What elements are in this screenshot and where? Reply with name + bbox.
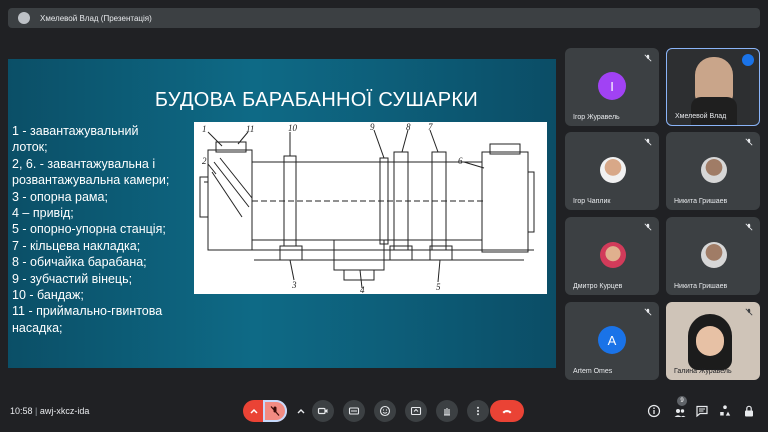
participant-name: Никита Гришаев	[674, 283, 728, 290]
drawing-label-9: 9	[370, 122, 375, 132]
camera-options-button[interactable]	[294, 400, 308, 422]
video-feed-face	[696, 326, 724, 356]
legend-line: 8 - обичайка барабана;	[12, 255, 147, 270]
legend-line: 3 - опорна рама;	[12, 189, 108, 204]
mic-off-icon	[644, 54, 652, 62]
drawing-label-4: 4	[360, 285, 365, 294]
participant-tile[interactable]: Дмитро Курцев	[565, 217, 659, 295]
dryer-technical-drawing: 1 11 10 2 9 8 7 6 3 4 5	[194, 122, 547, 295]
participant-name: Ігор Чаплик	[573, 198, 611, 205]
present-icon	[410, 406, 422, 416]
mic-off-icon	[745, 138, 753, 146]
presenter-bar: Хмелевой Влад (Презентація)	[8, 8, 760, 28]
participant-name: Галина Журавель	[674, 368, 732, 375]
participant-count-badge: 9	[677, 396, 687, 406]
emoji-icon	[379, 405, 391, 417]
participant-tile[interactable]: Никита Гришаев	[666, 132, 760, 210]
captions-icon	[348, 407, 360, 415]
participant-tile[interactable]: A Artem Omes	[565, 302, 659, 380]
drawing-label-11: 11	[246, 124, 254, 134]
participant-name: Artem Omes	[573, 368, 613, 375]
presenter-avatar	[18, 12, 30, 24]
meeting-info: 10:58 | awj-xkcz-ida	[10, 406, 90, 416]
legend-line: 7 - кільцева накладка;	[12, 238, 141, 253]
mic-off-icon	[644, 308, 652, 316]
mic-off-icon	[644, 223, 652, 231]
legend-line: 10 - бандаж;	[12, 288, 84, 303]
avatar: A	[598, 326, 626, 354]
info-icon[interactable]	[647, 404, 661, 418]
more-icon	[477, 406, 479, 416]
activities-icon[interactable]	[718, 404, 732, 418]
clock-time: 10:58	[10, 406, 33, 416]
drawing-label-5: 5	[436, 282, 441, 292]
legend-line: насадка;	[12, 320, 63, 335]
leave-call-button[interactable]	[490, 400, 524, 422]
mic-off-icon	[644, 138, 652, 146]
avatar	[600, 242, 626, 268]
raise-hand-button[interactable]	[436, 400, 458, 422]
chevron-up-icon	[250, 408, 258, 414]
legend-line: розвантажувальна камери;	[12, 173, 170, 188]
speaking-indicator-icon	[742, 54, 754, 66]
drawing-label-10: 10	[288, 123, 298, 133]
avatar	[701, 242, 727, 268]
dryer-drawing-svg: 1 11 10 2 9 8 7 6 3 4 5	[199, 122, 535, 295]
drawing-label-2: 2	[202, 156, 207, 166]
mic-off-icon	[745, 308, 753, 316]
participant-tile[interactable]: I Ігор Журавель	[565, 48, 659, 126]
camera-icon	[317, 407, 328, 415]
participant-tile[interactable]: Никита Гришаев	[666, 217, 760, 295]
drawing-label-1: 1	[202, 124, 207, 134]
participant-tile-active-speaker[interactable]: Хмелевой Влад	[666, 48, 760, 126]
avatar	[701, 157, 727, 183]
drawing-label-7: 7	[428, 122, 433, 132]
slide-legend: 1 - завантажувальний лоток; 2, 6. - зава…	[12, 123, 192, 336]
people-icon	[674, 409, 686, 417]
video-feed-body	[691, 97, 737, 125]
lock-icon[interactable]	[742, 404, 756, 418]
mic-off-icon	[745, 223, 753, 231]
participant-tile[interactable]: Галина Журавель	[666, 302, 760, 380]
chevron-up-icon	[297, 409, 305, 414]
legend-line: 2, 6. - завантажувальна і	[12, 156, 156, 171]
participant-name: Хмелевой Влад	[675, 113, 727, 120]
drawing-label-3: 3	[291, 280, 297, 290]
slide-title: БУДОВА БАРАБАННОЇ СУШАРКИ	[154, 89, 478, 111]
participant-name: Ігор Журавель	[573, 114, 620, 121]
mic-toggle-button[interactable]	[263, 400, 287, 422]
reactions-button[interactable]	[374, 400, 396, 422]
mic-off-icon	[270, 406, 280, 416]
legend-line: 11 - приймально-гвинтова	[12, 304, 163, 319]
camera-toggle-button[interactable]	[312, 400, 334, 422]
legend-line: 1 - завантажувальний	[12, 124, 139, 138]
meeting-code: awj-xkcz-ida	[39, 406, 90, 416]
legend-line: 5 - опорно-упорна станція;	[12, 222, 166, 237]
legend-line: лоток;	[12, 140, 48, 155]
drawing-label-8: 8	[406, 122, 411, 132]
legend-line: 4 – привід;	[12, 206, 74, 221]
participant-tile[interactable]: Ігор Чаплик	[565, 132, 659, 210]
raise-hand-icon	[444, 408, 450, 416]
participant-name: Никита Гришаев	[674, 198, 728, 205]
legend-line: 9 - зубчастий вінець;	[12, 271, 133, 286]
participant-name: Дмитро Курцев	[573, 283, 623, 290]
more-options-button[interactable]	[467, 400, 489, 422]
present-button[interactable]	[405, 400, 427, 422]
avatar: I	[598, 72, 626, 100]
end-call-icon	[502, 410, 512, 414]
people-button[interactable]: 9	[671, 396, 689, 420]
captions-button[interactable]	[343, 400, 365, 422]
mic-options-button[interactable]	[243, 400, 265, 422]
drawing-label-6: 6	[458, 156, 463, 166]
avatar	[600, 157, 626, 183]
presentation-slide: БУДОВА БАРАБАННОЇ СУШАРКИ 1 - завантажув…	[8, 59, 556, 368]
chat-icon[interactable]	[695, 404, 709, 418]
presenter-title: Хмелевой Влад (Презентація)	[40, 13, 152, 23]
